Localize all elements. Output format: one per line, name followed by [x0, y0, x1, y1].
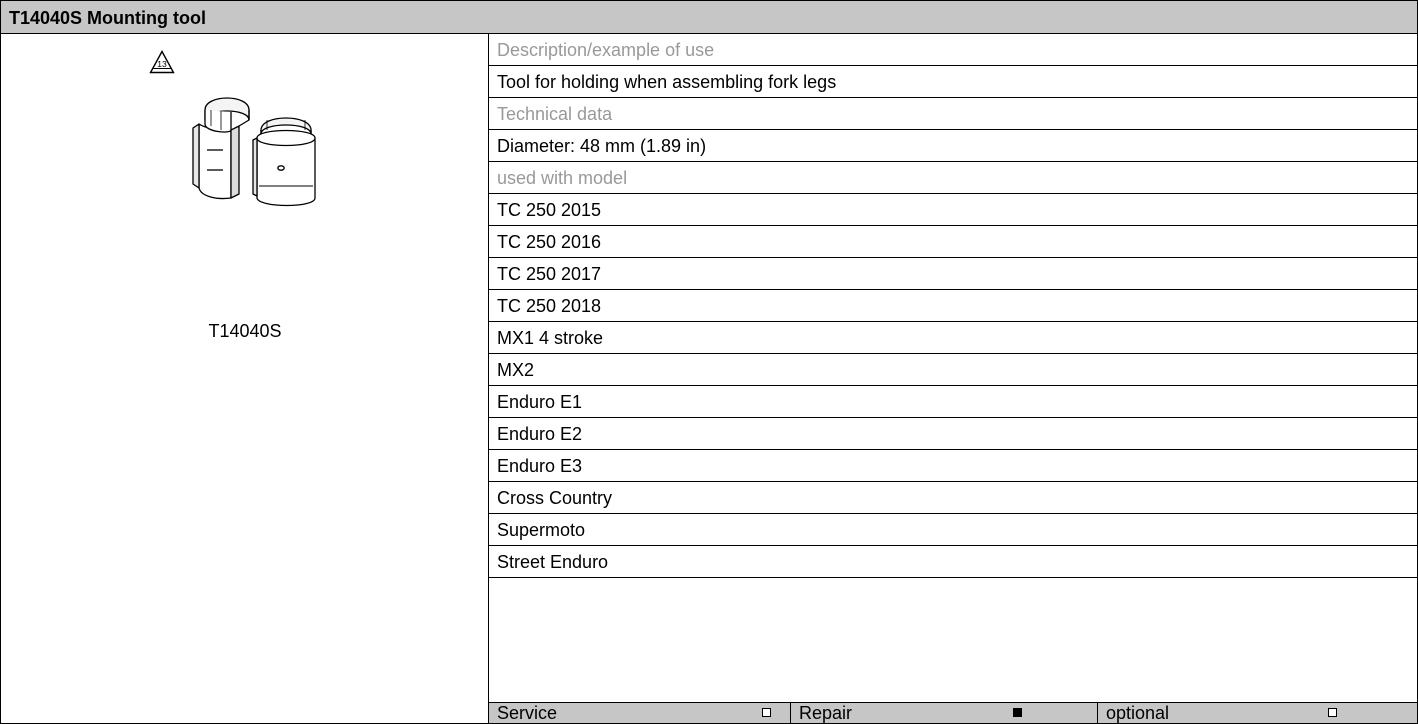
title-bar: T14040S Mounting tool: [1, 1, 1417, 34]
detail-value: TC 250 2018: [489, 290, 1417, 322]
tool-caption: T14040S: [208, 321, 282, 341]
detail-value: TC 250 2015: [489, 194, 1417, 226]
tool-illustration-panel: 13 T14040S: [1, 34, 489, 723]
usage-service-checkbox: [762, 708, 771, 717]
detail-value: Enduro E3: [489, 450, 1417, 482]
detail-value: Enduro E1: [489, 386, 1417, 418]
usage-service-label: Service: [497, 703, 558, 723]
detail-value: Tool for holding when assembling fork le…: [489, 66, 1417, 98]
detail-value: Street Enduro: [489, 546, 1417, 578]
detail-section-label: Technical data: [489, 98, 1417, 130]
detail-value: Diameter: 48 mm (1.89 in): [489, 130, 1417, 162]
svg-text:13: 13: [157, 59, 167, 69]
details-list: Description/example of use Tool for holdi…: [489, 34, 1417, 578]
detail-value: MX1 4 stroke: [489, 322, 1417, 354]
page-title: T14040S Mounting tool: [9, 8, 207, 28]
detail-value: TC 250 2017: [489, 258, 1417, 290]
detail-value: Supermoto: [489, 514, 1417, 546]
detail-section-label: used with model: [489, 162, 1417, 194]
usage-repair-label: Repair: [799, 703, 853, 723]
detail-value: Enduro E2: [489, 418, 1417, 450]
tool-details-panel: Description/example of use Tool for holdi…: [489, 34, 1417, 723]
detail-value: MX2: [489, 354, 1417, 386]
detail-value: Cross Country: [489, 482, 1417, 514]
warning-triangle-icon: 13: [149, 50, 175, 74]
detail-value: TC 250 2016: [489, 226, 1417, 258]
usage-optional-checkbox: [1328, 708, 1337, 717]
usage-row: Service Repair optional: [489, 702, 1417, 723]
usage-repair-checkbox: [1013, 708, 1022, 717]
mounting-tool-image: [192, 97, 316, 207]
tool-sheet: T14040S Mounting tool 13 T14040S Descrip…: [0, 0, 1418, 724]
usage-optional-label: optional: [1106, 703, 1170, 723]
usage-optional-cell: optional: [1098, 703, 1417, 723]
usage-repair-cell: Repair: [791, 703, 1098, 723]
detail-section-label: Description/example of use: [489, 34, 1417, 66]
usage-service-cell: Service: [489, 703, 791, 723]
